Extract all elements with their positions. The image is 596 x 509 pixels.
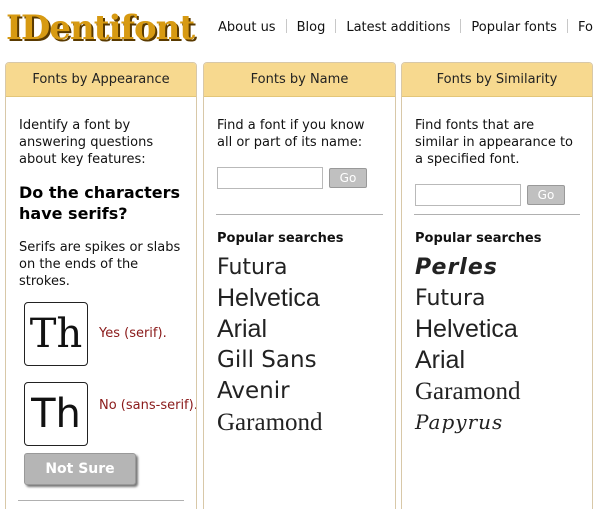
font-link-garamond[interactable]: Garamond — [415, 376, 541, 407]
similarity-search-input[interactable] — [415, 184, 521, 206]
similarity-search-row: Go — [415, 184, 580, 206]
popular-searches-title: Popular searches — [217, 231, 344, 246]
option-yes-serif[interactable]: Th Yes (serif). — [19, 302, 184, 370]
panel-title: Fonts by Appearance — [6, 63, 196, 97]
font-link-papyrus[interactable]: Papyrus — [415, 407, 541, 438]
font-link-futura[interactable]: Futura — [415, 283, 541, 314]
option-no-serif[interactable]: Th No (sans-serif). — [19, 382, 196, 450]
serif-sample-icon[interactable]: Th — [24, 302, 88, 366]
nav-latest-additions[interactable]: Latest additions — [346, 20, 450, 35]
by-name-panel: Fonts by Name Find a font if you know al… — [203, 62, 396, 509]
font-link-garamond[interactable]: Garamond — [217, 407, 343, 438]
serif-question: Do the characters have serifs? — [19, 183, 181, 223]
nav-separator — [285, 19, 287, 33]
font-link-helvetica[interactable]: Helvetica — [415, 314, 541, 345]
divider — [216, 214, 383, 215]
by-similarity-description: Find fonts that are similar in appearanc… — [415, 118, 574, 167]
nav-separator — [335, 19, 337, 33]
by-similarity-panel: Fonts by Similarity Find fonts that are … — [401, 62, 593, 509]
popular-font-list: Perles Futura Helvetica Arial Garamond P… — [415, 252, 541, 438]
name-go-button[interactable]: Go — [329, 168, 367, 188]
panel-title: Fonts by Similarity — [402, 63, 592, 97]
popular-searches-title: Popular searches — [415, 231, 542, 246]
name-search-input[interactable] — [217, 167, 323, 189]
top-nav: About us Blog Latest additions Popular font… — [218, 19, 593, 35]
name-search-row: Go — [217, 167, 383, 189]
panel-title: Fonts by Name — [204, 63, 395, 97]
divider — [414, 214, 580, 215]
site-header: IDentifont About us Blog Latest additions P… — [0, 0, 596, 60]
font-link-futura[interactable]: Futura — [217, 252, 343, 283]
appearance-description: Identify a font by answering questions a… — [19, 118, 154, 167]
nav-popular-fonts[interactable]: Popular fonts — [471, 20, 557, 35]
font-link-arial[interactable]: Arial — [415, 345, 541, 376]
nav-about-us[interactable]: About us — [218, 20, 276, 35]
popular-font-list: Futura Helvetica Arial Gill Sans Avenir … — [217, 252, 343, 438]
option-yes-label[interactable]: Yes (serif). — [99, 326, 196, 342]
identifont-logo[interactable]: IDentifont — [6, 8, 195, 48]
appearance-panel: Fonts by Appearance Identify a font by a… — [5, 62, 197, 509]
option-no-label[interactable]: No (sans-serif). — [99, 398, 196, 414]
serif-hint: Serifs are spikes or slabs on the ends o… — [19, 240, 181, 289]
font-link-helvetica[interactable]: Helvetica — [217, 283, 343, 314]
by-name-description: Find a font if you know all or part of i… — [217, 118, 365, 150]
nav-separator — [566, 19, 568, 33]
font-link-avenir[interactable]: Avenir — [217, 376, 343, 407]
font-link-perles[interactable]: Perles — [415, 252, 541, 283]
sans-serif-sample-icon[interactable]: Th — [24, 382, 88, 446]
not-sure-button[interactable]: Not Sure — [24, 453, 136, 485]
font-link-arial[interactable]: Arial — [217, 314, 343, 345]
nav-separator — [460, 19, 462, 33]
similarity-go-button[interactable]: Go — [527, 185, 565, 205]
nav-blog[interactable]: Blog — [297, 20, 326, 35]
divider — [18, 500, 184, 501]
font-link-gill-sans[interactable]: Gill Sans — [217, 345, 343, 376]
nav-fonts-truncated[interactable]: Fo — [578, 20, 593, 35]
